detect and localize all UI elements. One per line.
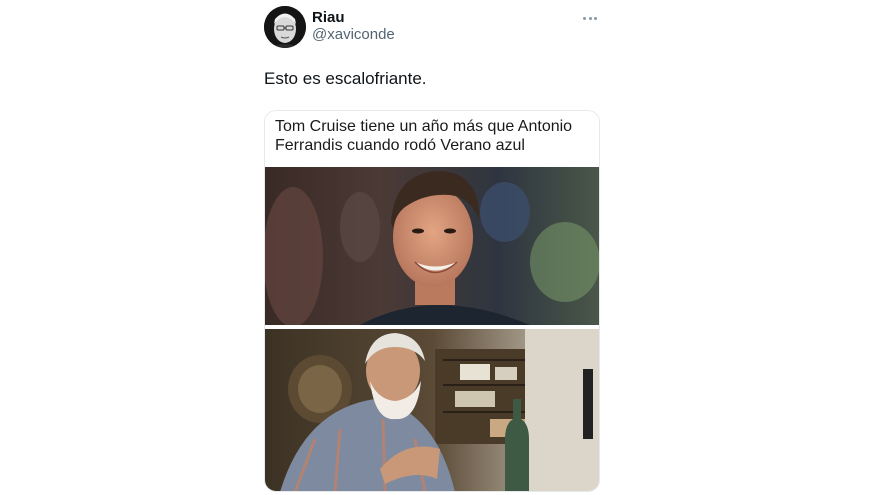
antonio-ferrandis-photo [265, 329, 599, 491]
author-display-name[interactable]: Riau [312, 9, 345, 27]
more-options-icon[interactable] [582, 10, 598, 26]
avatar-photo [264, 6, 306, 48]
tom-cruise-photo [265, 167, 599, 325]
tweet-media[interactable]: Tom Cruise tiene un año más que Antonio … [264, 110, 600, 492]
tweet-text: Esto es escalofriante. [264, 69, 427, 88]
avatar[interactable] [264, 6, 306, 48]
author-handle[interactable]: @xaviconde [312, 26, 395, 44]
tweet: Riau @xaviconde Esto es escalofriante. T… [264, 6, 600, 492]
meme-caption: Tom Cruise tiene un año más que Antonio … [265, 111, 599, 167]
